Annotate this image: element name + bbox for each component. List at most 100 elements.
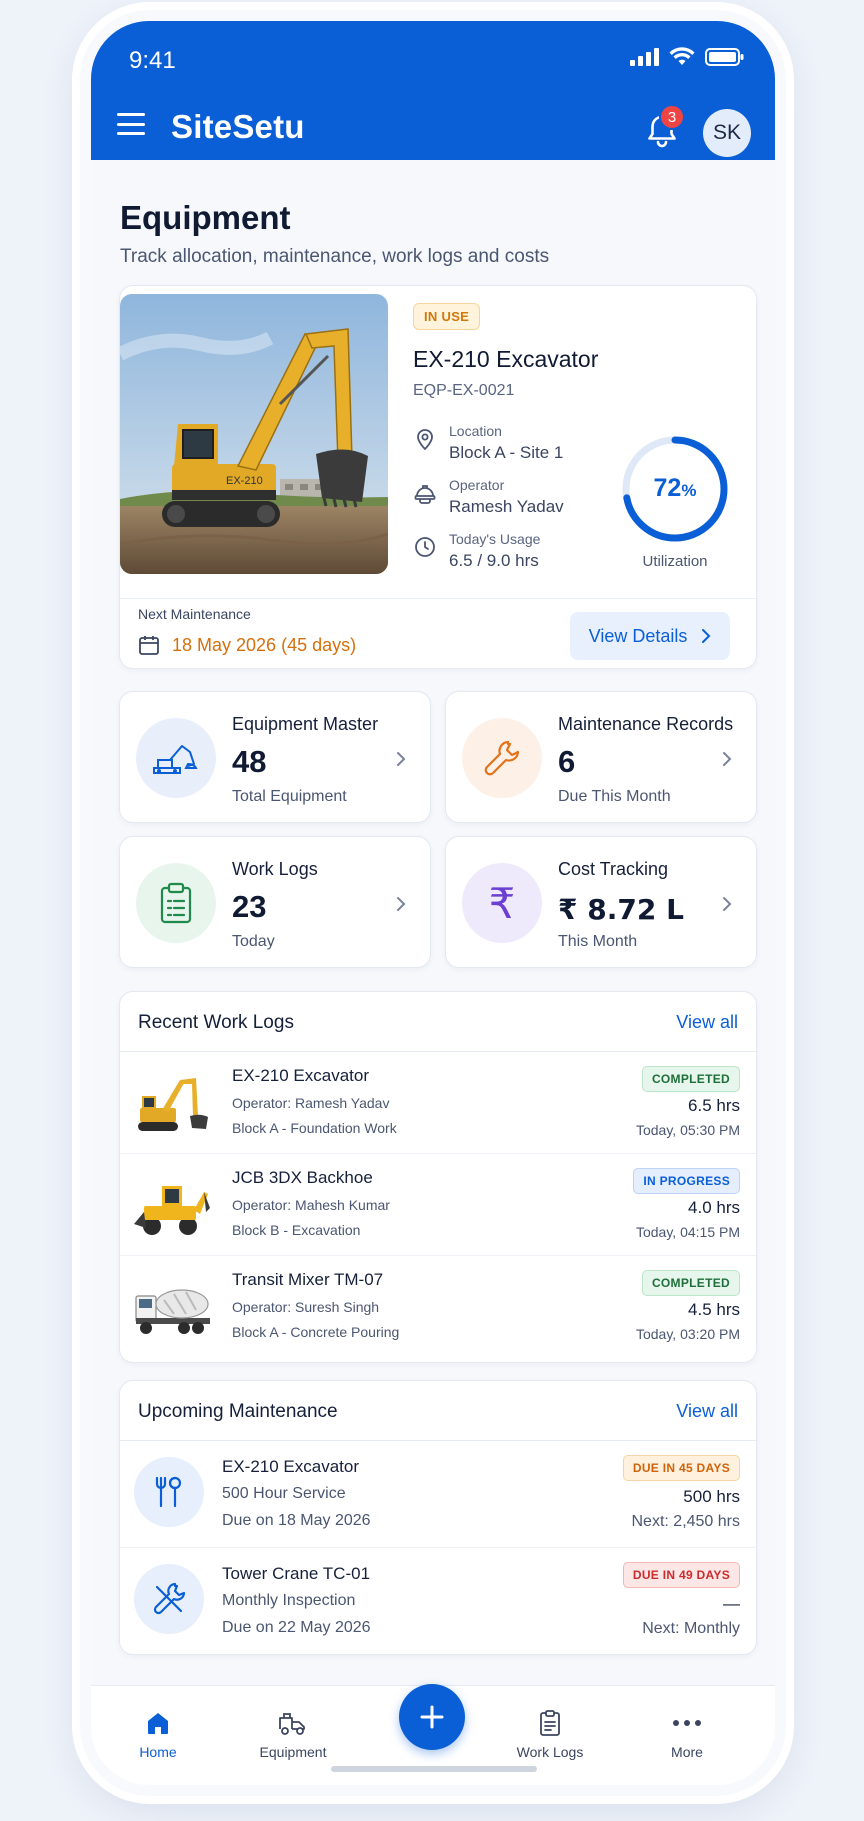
maintenance-next: Next: Monthly	[642, 1620, 740, 1637]
stat-subtitle: Today	[232, 933, 275, 950]
nav-more[interactable]: More	[632, 1708, 742, 1760]
page-title: Equipment	[120, 199, 291, 236]
calendar-icon	[139, 636, 159, 655]
log-hours: 4.0 hrs	[688, 1198, 740, 1217]
clipboard-icon	[136, 863, 216, 943]
section-header: Recent Work Logs View all	[120, 992, 756, 1052]
hard-hat-icon	[414, 485, 436, 504]
log-time: Today, 05:30 PM	[635, 1122, 740, 1138]
view-details-button[interactable]: View Details	[570, 612, 730, 660]
next-maintenance-label: Next Maintenance	[138, 606, 251, 622]
maintenance-row[interactable]: Tower Crane TC-01 Monthly Inspection Due…	[120, 1548, 756, 1655]
log-site: Block B - Excavation	[232, 1222, 361, 1238]
section-header: Upcoming Maintenance View all	[120, 1381, 756, 1441]
app-title: SiteSetu	[171, 108, 305, 145]
chevron-right-icon	[723, 897, 732, 911]
stat-work-logs[interactable]: Work Logs 23 Today	[119, 836, 431, 968]
truck-icon	[279, 1713, 305, 1735]
transit-mixer-thumbnail	[135, 1289, 210, 1334]
divider	[120, 598, 756, 599]
maintenance-equipment-name: EX-210 Excavator	[222, 1457, 360, 1476]
stat-title: Work Logs	[232, 859, 318, 879]
stat-equipment-master[interactable]: Equipment Master 48 Total Equipment	[119, 691, 431, 823]
log-equipment-name: JCB 3DX Backhoe	[232, 1168, 373, 1187]
battery-icon	[705, 48, 744, 66]
log-hours: 4.5 hrs	[688, 1300, 740, 1319]
log-status-badge: COMPLETED	[641, 1270, 740, 1296]
work-log-row[interactable]: Transit Mixer TM-07 Operator: Suresh Sin…	[120, 1256, 756, 1358]
log-status-badge: IN PROGRESS	[633, 1168, 740, 1194]
recent-work-logs-section: Recent Work Logs View all EX-210 Excavat…	[119, 991, 757, 1363]
stat-title: Equipment Master	[232, 714, 379, 734]
maintenance-value: —	[723, 1594, 740, 1613]
location-pin-icon	[417, 429, 433, 451]
stat-value: ₹ 8.72 L	[558, 893, 684, 926]
maintenance-row[interactable]: EX-210 Excavator 500 Hour Service Due on…	[120, 1441, 756, 1548]
stat-title: Cost Tracking	[558, 859, 669, 879]
stat-cost-tracking[interactable]: ₹ Cost Tracking ₹ 8.72 L This Month	[445, 836, 757, 968]
page-subtitle: Track allocation, maintenance, work logs…	[120, 246, 550, 267]
phone-frame: 9:41 SiteSetu 3 SK Equipment Track alloc…	[80, 10, 786, 1796]
log-operator: Operator: Suresh Singh	[232, 1299, 380, 1315]
stat-value: 23	[232, 889, 267, 924]
home-indicator	[331, 1766, 537, 1772]
status-time: 9:41	[129, 47, 176, 74]
due-badge: DUE IN 49 DAYS	[622, 1562, 740, 1588]
nav-more-label: More	[671, 1744, 703, 1760]
maintenance-due-date: Due on 22 May 2026	[222, 1619, 371, 1636]
chevron-right-icon	[397, 897, 406, 911]
maintenance-service: 500 Hour Service	[222, 1485, 346, 1502]
add-button[interactable]	[399, 1684, 465, 1750]
maintenance-value: 500 hrs	[683, 1487, 740, 1506]
wifi-icon	[669, 47, 695, 65]
tools-icon	[134, 1457, 204, 1527]
upcoming-maintenance-section: Upcoming Maintenance View all EX-210 Exc…	[119, 1380, 757, 1655]
featured-equipment-card[interactable]: EX-210 IN USE EX-210 Excavator EQP-EX-00…	[119, 285, 757, 669]
usage-meta: Today's Usage 6.5 / 9.0 hrs	[413, 531, 613, 577]
avatar[interactable]: SK	[703, 109, 751, 157]
stat-title: Maintenance Records	[558, 714, 734, 734]
status-badge: IN USE	[413, 303, 481, 330]
log-equipment-name: Transit Mixer TM-07	[232, 1270, 384, 1289]
backhoe-thumbnail	[134, 1186, 210, 1235]
location-label: Location	[449, 423, 502, 439]
stat-maintenance-records[interactable]: Maintenance Records 6 Due This Month	[445, 691, 757, 823]
wrench-screwdriver-icon	[134, 1564, 204, 1634]
nav-home-label: Home	[139, 1744, 177, 1760]
utilization-value: 72%	[653, 474, 697, 502]
equipment-code: EQP-EX-0021	[413, 382, 515, 399]
log-status-badge: COMPLETED	[641, 1066, 740, 1092]
clock-icon	[415, 537, 435, 557]
log-time: Today, 04:15 PM	[635, 1224, 740, 1240]
status-icons	[630, 47, 745, 67]
operator-value: Ramesh Yadav	[449, 497, 564, 516]
app-screen: 9:41 SiteSetu 3 SK Equipment Track alloc…	[91, 21, 775, 1785]
maintenance-due-date: Due on 18 May 2026	[222, 1512, 371, 1529]
usage-label: Today's Usage	[449, 531, 541, 547]
more-dots-icon	[673, 1720, 701, 1726]
view-all-link[interactable]: View all	[676, 1012, 738, 1033]
wrench-icon	[462, 718, 542, 798]
stat-subtitle: Total Equipment	[232, 788, 347, 805]
signal-icon	[630, 48, 659, 66]
operator-meta: Operator Ramesh Yadav	[413, 477, 613, 523]
nav-equipment[interactable]: Equipment	[238, 1708, 348, 1760]
excavator-icon	[136, 718, 216, 798]
view-all-link[interactable]: View all	[676, 1401, 738, 1422]
log-operator: Operator: Ramesh Yadav	[232, 1095, 390, 1111]
usage-value: 6.5 / 9.0 hrs	[449, 551, 539, 570]
due-badge: DUE IN 45 DAYS	[622, 1455, 740, 1481]
menu-button[interactable]	[113, 109, 149, 139]
section-title: Upcoming Maintenance	[138, 1401, 338, 1422]
nav-home[interactable]: Home	[103, 1708, 213, 1760]
stat-subtitle: This Month	[558, 933, 638, 950]
app-header: 9:41 SiteSetu 3 SK	[91, 21, 775, 160]
next-maintenance-value: 18 May 2026 (45 days)	[138, 634, 356, 656]
home-icon	[148, 1713, 168, 1734]
nav-work-logs-label: Work Logs	[516, 1744, 584, 1760]
maintenance-equipment-name: Tower Crane TC-01	[222, 1564, 371, 1583]
nav-work-logs[interactable]: Work Logs	[495, 1708, 605, 1760]
work-log-row[interactable]: EX-210 Excavator Operator: Ramesh Yadav …	[120, 1052, 756, 1154]
work-log-row[interactable]: JCB 3DX Backhoe Operator: Mahesh Kumar B…	[120, 1154, 756, 1256]
stat-value: 6	[558, 744, 576, 779]
